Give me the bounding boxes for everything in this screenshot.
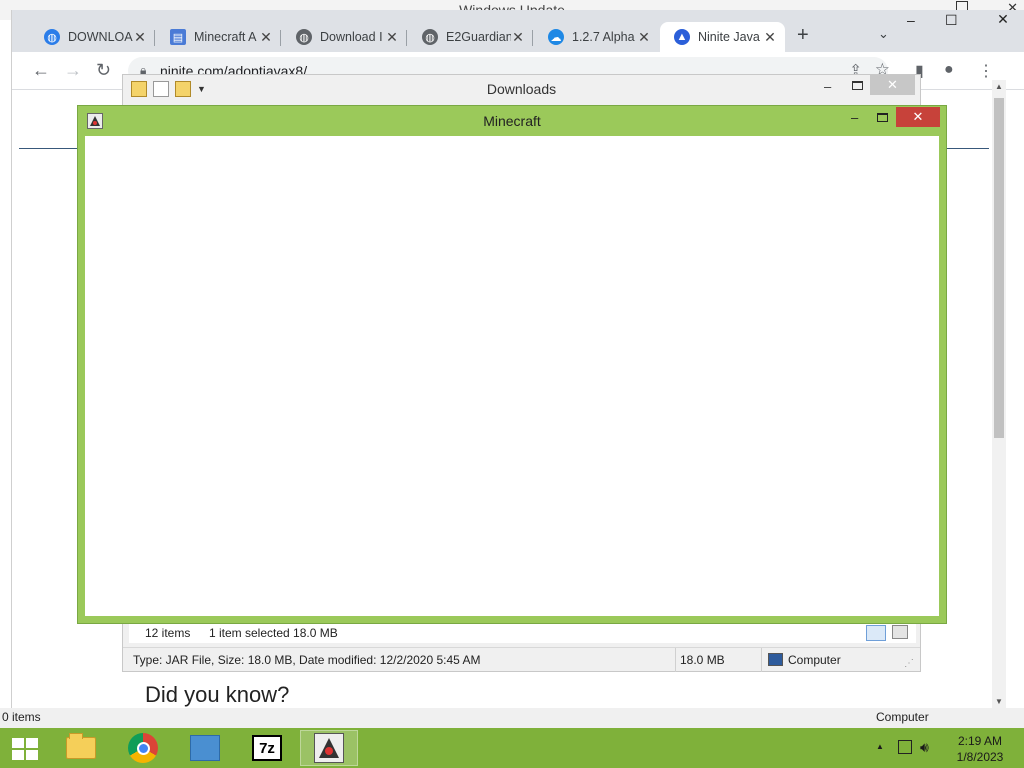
7zip-icon: 7z: [252, 735, 282, 761]
rdp-icon: [190, 735, 220, 761]
taskbar-file-explorer[interactable]: [52, 730, 110, 766]
scroll-up-icon[interactable]: ▲: [995, 82, 1003, 91]
start-button[interactable]: [12, 738, 38, 760]
close-tab-icon[interactable]: ✕: [133, 29, 147, 46]
close-tab-icon[interactable]: ✕: [385, 29, 399, 46]
menu-kebab-icon[interactable]: ⋮: [978, 61, 994, 81]
tab-download-2[interactable]: ◍ Download I ✕: [282, 22, 407, 52]
downloads-title: Downloads: [486, 81, 557, 97]
minimize-icon[interactable]: –: [824, 79, 831, 94]
tab-download[interactable]: ◍ DOWNLOAD ✕: [30, 22, 155, 52]
tab-separator: [532, 30, 533, 46]
back-icon[interactable]: ←: [32, 60, 50, 81]
close-tab-icon[interactable]: ✕: [637, 29, 651, 46]
close-icon[interactable]: ✕: [982, 11, 1024, 33]
tab-separator: [154, 30, 155, 46]
downloads-titlebar: ▼ Downloads – ✕: [123, 75, 920, 105]
close-tab-icon[interactable]: ✕: [511, 29, 525, 46]
tab-separator: [280, 30, 281, 46]
divider: [761, 648, 762, 672]
profile-avatar-icon[interactable]: ●: [944, 61, 954, 79]
clock-time: 2:19 AM: [957, 734, 1003, 748]
chrome-icon: [128, 733, 158, 763]
location-label: Computer: [788, 653, 841, 667]
maximize-icon[interactable]: ☐: [945, 12, 958, 29]
tab-alpha[interactable]: ☁ 1.2.7 Alpha ✕: [534, 22, 659, 52]
minecraft-client-area[interactable]: [85, 136, 939, 616]
background-items-count: 0 items: [2, 710, 41, 724]
tab-e2guardian[interactable]: ◍ E2Guardian ✕: [408, 22, 533, 52]
reload-icon[interactable]: ↻: [96, 60, 111, 81]
minecraft-titlebar[interactable]: Minecraft – ✕: [78, 106, 946, 136]
background-location: Computer: [876, 710, 929, 724]
new-tab-icon[interactable]: +: [797, 24, 809, 47]
show-hidden-icons-icon[interactable]: ▲: [876, 742, 884, 751]
computer-icon: [768, 653, 783, 666]
close-tab-icon[interactable]: ✕: [259, 29, 273, 46]
tab-label: 1.2.7 Alpha: [572, 30, 635, 44]
clock-date: 1/8/2023: [956, 750, 1004, 764]
minecraft-title: Minecraft: [483, 113, 541, 129]
page-heading: Did you know?: [145, 682, 290, 707]
page-scrollbar[interactable]: ▲ ▼: [992, 80, 1006, 708]
globe-icon: ◍: [422, 29, 438, 45]
taskbar-7zip[interactable]: 7z: [238, 730, 296, 766]
close-tab-icon[interactable]: ✕: [763, 29, 777, 46]
ninite-icon: ▲: [674, 29, 690, 45]
windows-logo-tile: [26, 738, 38, 748]
divider: [675, 648, 676, 672]
doc-icon: ▤: [170, 29, 186, 45]
details-view-icon[interactable]: [866, 625, 886, 641]
globe-icon: ◍: [44, 29, 60, 45]
scroll-down-icon[interactable]: ▼: [995, 697, 1003, 706]
windows-logo-tile: [12, 738, 24, 748]
selection-info: 1 item selected 18.0 MB: [209, 626, 338, 640]
downloads-status-bar: 12 items 1 item selected 18.0 MB: [129, 621, 916, 643]
scroll-thumb[interactable]: [994, 98, 1004, 438]
items-count: 12 items: [145, 626, 191, 640]
taskbar: 7z ▲ 🔊︎ 2:19 AM 1/8/2023: [0, 728, 1024, 768]
minecraft-window: Minecraft – ✕: [77, 105, 947, 624]
file-size: 18.0 MB: [680, 653, 725, 667]
tab-ninite-java[interactable]: ▲ Ninite Java ✕: [660, 22, 785, 52]
tab-search-icon[interactable]: ⌄: [878, 26, 889, 42]
large-icons-view-icon[interactable]: [892, 625, 908, 639]
maximize-icon[interactable]: [877, 113, 888, 122]
globe-icon: ◍: [296, 29, 312, 45]
details-bar: Type: JAR File, Size: 18.0 MB, Date modi…: [123, 647, 920, 672]
tab-label: Download I: [320, 30, 383, 44]
tab-minecraft[interactable]: ▤ Minecraft A ✕: [156, 22, 281, 52]
file-details: Type: JAR File, Size: 18.0 MB, Date modi…: [133, 653, 481, 667]
tab-separator: [406, 30, 407, 46]
minimize-icon[interactable]: –: [851, 110, 858, 125]
tab-label: Minecraft A: [194, 30, 257, 44]
cloud-icon: ☁: [548, 29, 564, 45]
taskbar-remote-desktop[interactable]: [176, 730, 234, 766]
windows-logo-tile: [26, 750, 38, 760]
close-icon[interactable]: ✕: [896, 107, 940, 127]
forward-icon[interactable]: →: [64, 60, 82, 81]
close-icon[interactable]: ✕: [870, 75, 915, 95]
tab-strip: ◍ DOWNLOAD ✕ ▤ Minecraft A ✕ ◍ Download …: [12, 10, 1024, 52]
windows-logo-tile: [12, 750, 24, 760]
maximize-icon[interactable]: [852, 81, 863, 90]
clock[interactable]: 2:19 AM 1/8/2023: [948, 733, 1012, 765]
tab-label: Ninite Java: [698, 30, 760, 44]
java-icon: [314, 733, 344, 763]
folder-icon: [66, 733, 96, 759]
tab-label: E2Guardian: [446, 30, 511, 44]
network-icon[interactable]: [898, 740, 912, 754]
resize-grip-icon[interactable]: ⋰: [904, 658, 914, 669]
background-status-bar: 0 items Computer: [0, 708, 1024, 728]
taskbar-minecraft[interactable]: [300, 730, 358, 766]
minimize-icon[interactable]: –: [907, 12, 915, 28]
volume-icon[interactable]: 🔊︎: [920, 739, 929, 756]
tab-label: DOWNLOAD: [68, 30, 133, 44]
taskbar-chrome[interactable]: [114, 730, 172, 766]
